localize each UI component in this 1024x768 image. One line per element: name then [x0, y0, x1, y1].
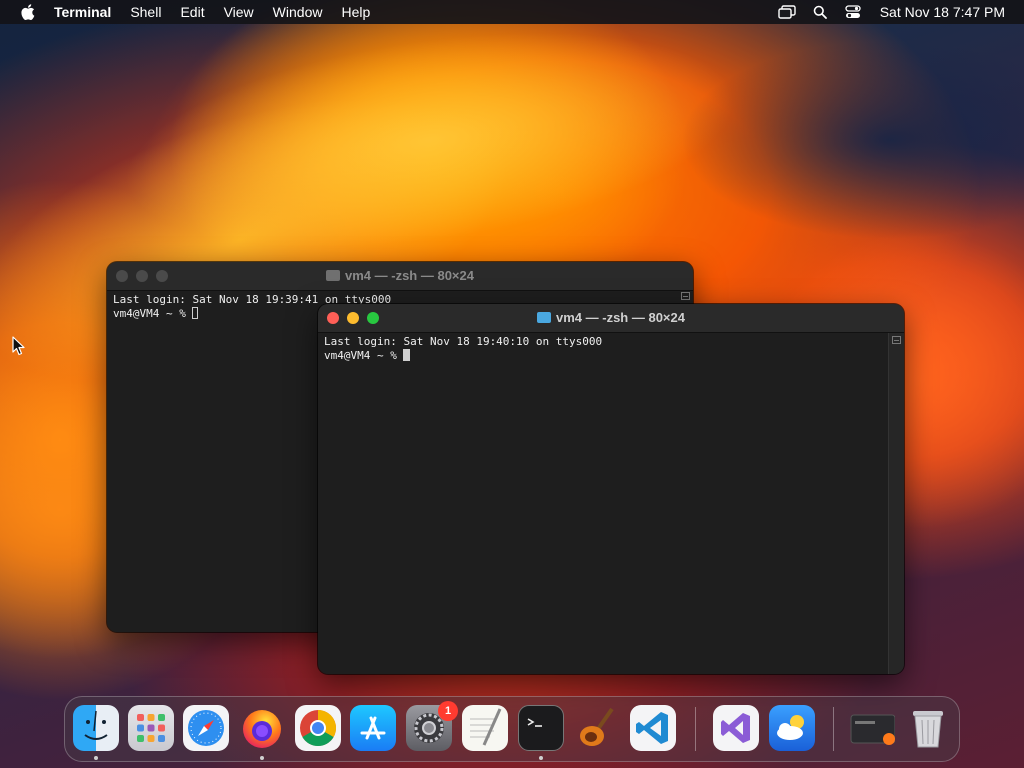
folder-icon [326, 270, 340, 281]
menu-help[interactable]: Help [341, 0, 370, 24]
dock-separator [833, 707, 834, 751]
window-titlebar[interactable]: vm4 — -zsh — 80×24 [107, 262, 693, 291]
terminal-prompt-line: vm4@VM4 ~ % [324, 349, 883, 363]
running-indicator [260, 756, 264, 760]
dock-launchpad-icon[interactable] [128, 705, 174, 751]
running-indicator [94, 756, 98, 760]
dock: 1 [64, 696, 960, 762]
scrollbar[interactable] [678, 291, 693, 303]
window-title: vm4 — -zsh — 80×24 [318, 304, 904, 332]
menu-window[interactable]: Window [273, 0, 323, 24]
dock-terminal-icon[interactable] [518, 705, 564, 751]
dock-vscode-icon[interactable] [630, 705, 676, 751]
menu-shell[interactable]: Shell [130, 0, 161, 24]
dock-system-settings-icon[interactable]: 1 [406, 701, 458, 751]
dock-app-store-icon[interactable] [350, 705, 396, 751]
split-pane-icon[interactable] [892, 336, 901, 344]
dock-garageband-icon[interactable] [574, 705, 620, 751]
notification-badge: 1 [438, 701, 458, 721]
menu-edit[interactable]: Edit [180, 0, 204, 24]
dock-chrome-icon[interactable] [295, 705, 341, 751]
dock-textedit-icon[interactable] [462, 705, 508, 751]
dock-weather-icon[interactable] [769, 705, 815, 751]
terminal-output[interactable]: Last login: Sat Nov 18 19:40:10 on ttys0… [318, 333, 889, 674]
menu-bar-clock[interactable]: Sat Nov 18 7:47 PM [880, 4, 1005, 20]
screen-mirroring-icon[interactable] [777, 2, 797, 22]
text-cursor [192, 307, 199, 319]
dock-finder-icon[interactable] [73, 705, 119, 751]
apple-menu-icon[interactable] [18, 2, 38, 22]
dock-firefox-icon[interactable] [239, 705, 285, 751]
dock-safari-icon[interactable] [183, 705, 229, 751]
terminal-line: Last login: Sat Nov 18 19:40:10 on ttys0… [324, 335, 603, 348]
menu-view[interactable]: View [224, 0, 254, 24]
text-cursor [403, 349, 411, 361]
window-titlebar[interactable]: vm4 — -zsh — 80×24 [318, 304, 904, 333]
dock-trash-icon[interactable] [905, 705, 951, 751]
running-indicator [539, 756, 543, 760]
terminal-window-front[interactable]: vm4 — -zsh — 80×24 Last login: Sat Nov 1… [318, 304, 904, 674]
mouse-pointer-icon [12, 336, 26, 361]
dock-visual-studio-icon[interactable] [713, 705, 759, 751]
folder-icon [537, 312, 551, 323]
control-center-icon[interactable] [843, 2, 863, 22]
spotlight-search-icon[interactable] [810, 2, 830, 22]
dock-downloads-stack-icon[interactable] [849, 705, 896, 751]
menu-bar: Terminal Shell Edit View Window Help Sat… [0, 0, 1024, 24]
window-title: vm4 — -zsh — 80×24 [107, 262, 693, 290]
split-pane-icon[interactable] [681, 292, 690, 300]
menu-app-terminal[interactable]: Terminal [54, 0, 111, 24]
scrollbar[interactable] [888, 333, 904, 674]
dock-separator [695, 707, 696, 751]
